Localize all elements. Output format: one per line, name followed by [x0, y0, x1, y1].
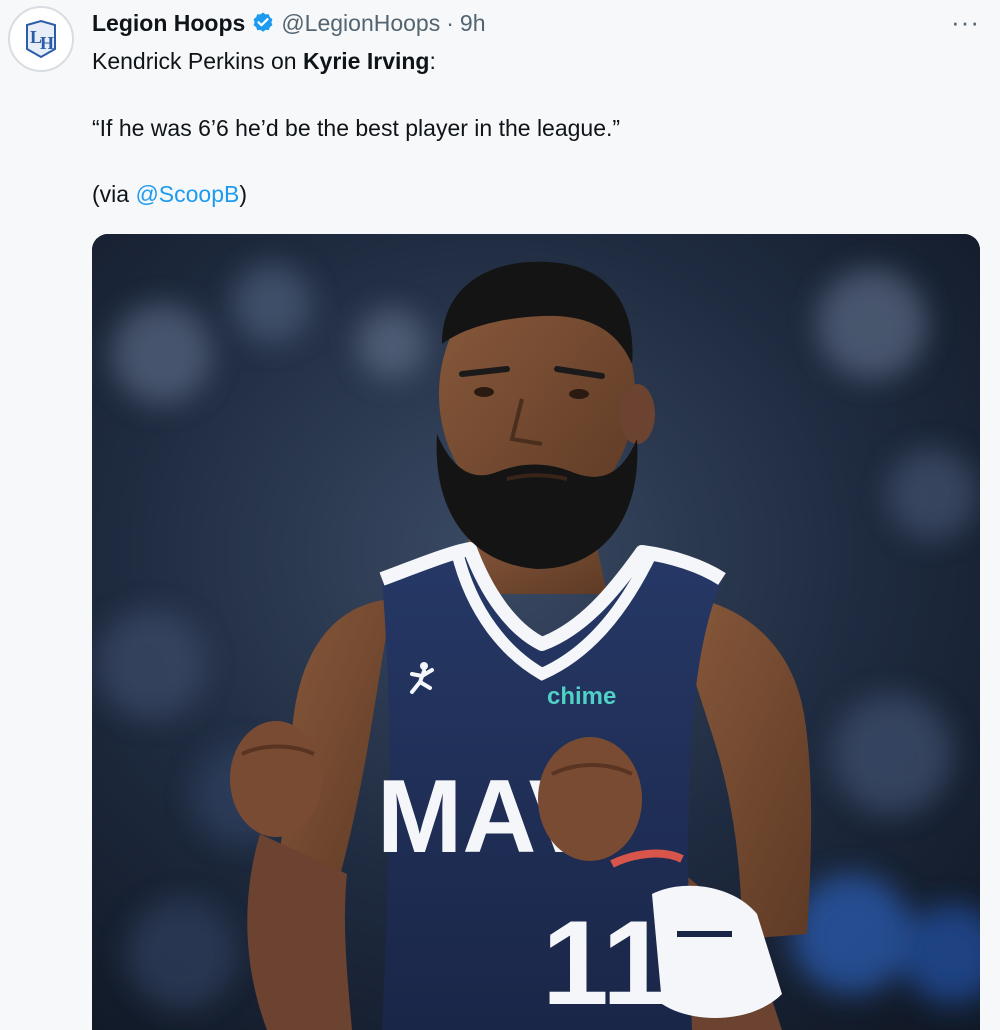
tweet-text-line1: Kendrick Perkins on Kyrie Irving:	[92, 45, 436, 77]
via-suffix: )	[239, 181, 248, 207]
more-options-icon[interactable]: ···	[951, 8, 980, 36]
via-prefix: (via	[92, 181, 136, 207]
tweet-photo[interactable]: chime MAV 11	[92, 234, 980, 1030]
tweet-card[interactable]: L H Legion Hoops @LegionHoops · 9h ··· K…	[0, 0, 1000, 1030]
tweet-via-line: (via @ScoopB)	[92, 178, 247, 210]
tweet-timestamp[interactable]: 9h	[460, 10, 486, 37]
tweet-quote: “If he was 6’6 he’d be the best player i…	[92, 115, 621, 141]
jersey-sponsor: chime	[547, 683, 616, 710]
separator-dot: ·	[446, 9, 454, 36]
via-mention-link[interactable]: @ScoopB	[135, 181, 239, 207]
line1-bold-name: Kyrie Irving	[302, 48, 430, 74]
tweet-header: Legion Hoops @LegionHoops · 9h	[92, 6, 486, 40]
left-fist	[230, 721, 322, 837]
author-name[interactable]: Legion Hoops	[92, 10, 245, 37]
verified-badge-icon	[251, 11, 275, 35]
right-fist	[538, 737, 642, 861]
line1-suffix: :	[429, 48, 436, 74]
svg-text:H: H	[40, 33, 54, 53]
author-handle[interactable]: @LegionHoops	[281, 10, 440, 37]
jersey-number: 11	[542, 896, 669, 1030]
author-avatar[interactable]: L H	[8, 6, 74, 72]
player-photo: chime MAV 11	[92, 234, 980, 1030]
legion-hoops-logo-icon: L H	[15, 13, 67, 65]
line1-prefix: Kendrick Perkins on	[92, 48, 303, 74]
